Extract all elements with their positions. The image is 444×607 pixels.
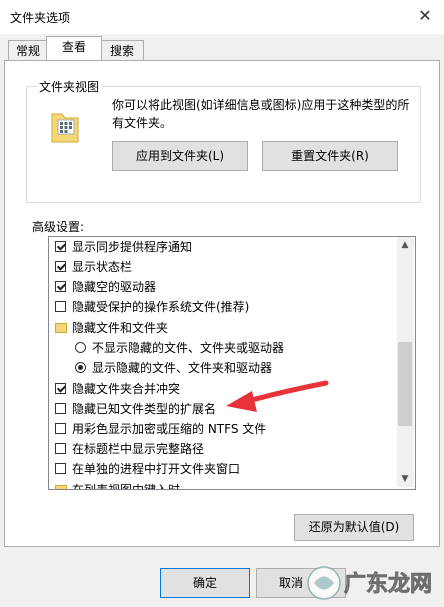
radio-button[interactable] xyxy=(75,342,86,353)
tab-search[interactable]: 搜索 xyxy=(100,40,144,61)
apply-to-folders-button[interactable]: 应用到文件夹(L) xyxy=(112,141,248,171)
folder-views-description: 你可以将此视图(如详细信息或图标)应用于这种类型的所有文件夹。 xyxy=(112,98,410,130)
advanced-settings-list[interactable]: 显示同步提供程序通知 显示状态栏 隐藏空的驱动器 隐藏受保护的操作系统文件(推荐… xyxy=(48,236,416,490)
close-icon[interactable]: ✕ xyxy=(414,5,436,27)
ok-button[interactable]: 确定 xyxy=(160,568,250,598)
svg-text:广东龙网: 广东龙网 xyxy=(344,571,432,597)
window-title: 文件夹选项 xyxy=(10,11,71,25)
folder-icon xyxy=(55,485,67,489)
advanced-settings-label: 高级设置: xyxy=(32,220,85,234)
reset-folders-button[interactable]: 重置文件夹(R) xyxy=(262,141,398,171)
checkbox[interactable] xyxy=(55,443,66,454)
watermark-logo: 广东龙网 xyxy=(307,566,432,600)
scroll-down-icon[interactable]: ▼ xyxy=(399,474,411,484)
tab-general[interactable]: 常规 xyxy=(8,40,48,61)
tab-view[interactable]: 查看 xyxy=(46,36,102,60)
folder-views-title: 文件夹视图 xyxy=(36,78,103,95)
radio-button[interactable] xyxy=(75,362,86,373)
scroll-up-icon[interactable]: ▲ xyxy=(399,240,411,250)
folder-icon xyxy=(55,323,67,333)
checkbox[interactable] xyxy=(55,261,66,272)
checkbox[interactable] xyxy=(55,403,66,414)
checkbox[interactable] xyxy=(55,241,66,252)
restore-defaults-button[interactable]: 还原为默认值(D) xyxy=(294,514,414,541)
checkbox[interactable] xyxy=(55,463,66,474)
scrollbar-thumb[interactable] xyxy=(398,342,412,426)
folder-icon xyxy=(51,113,79,143)
title-bar: 文件夹选项 ✕ xyxy=(0,0,444,34)
checkbox[interactable] xyxy=(55,423,66,434)
checkbox[interactable] xyxy=(55,383,66,394)
checkbox[interactable] xyxy=(55,301,66,312)
checkbox[interactable] xyxy=(55,281,66,292)
